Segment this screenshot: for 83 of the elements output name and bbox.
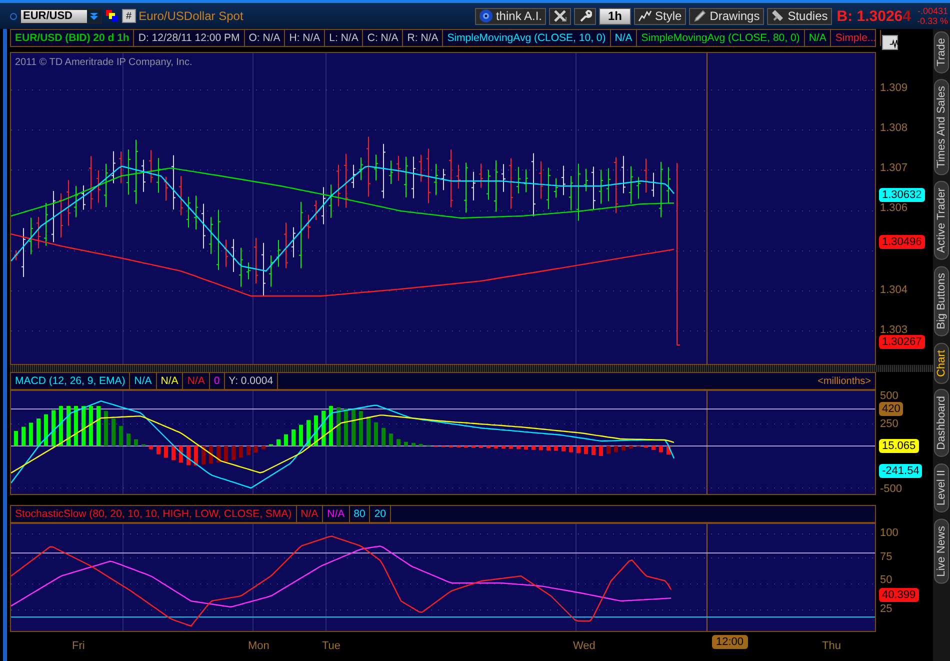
- header-label: D: 12/28/11 12:00 PM: [134, 30, 245, 46]
- axis-label: 1.304: [880, 284, 908, 296]
- toolbar-button[interactable]: Studies: [766, 8, 832, 24]
- header-label: N/A: [130, 373, 157, 389]
- copyright-text: 2011 © TD Ameritrade IP Company, Inc.: [15, 57, 192, 68]
- symbol-dropdown[interactable]: EUR/USD: [20, 8, 102, 24]
- axis-label: 25: [880, 603, 892, 615]
- bid-price: B: 1.30264: [836, 8, 911, 24]
- price-change: -.00431: [917, 6, 948, 16]
- toolbar-button[interactable]: think A.I.: [474, 8, 546, 24]
- side-tab[interactable]: Times And Sales: [934, 79, 949, 176]
- tool-button[interactable]: [549, 8, 571, 24]
- side-tab[interactable]: Active Trader: [934, 181, 949, 260]
- axis-label: 1.309: [880, 82, 908, 94]
- header-label: R: N/A: [403, 30, 444, 46]
- toolbar-button[interactable]: 1h: [599, 8, 632, 24]
- header-label: 0: [210, 373, 225, 389]
- header-label: Simple...: [831, 30, 882, 46]
- axis-label: 500: [880, 390, 898, 402]
- header-label: MACD (12, 26, 9, EMA): [11, 373, 130, 389]
- units-label: <millionths>: [818, 374, 872, 388]
- axis-label: 50: [880, 574, 892, 586]
- symbol-description: Euro/USDollar Spot: [138, 9, 244, 23]
- percent-change: -0.33 %: [916, 16, 948, 26]
- line-chart-icon: [638, 9, 652, 23]
- side-tab[interactable]: Level II: [934, 463, 949, 513]
- axis-label: 250: [880, 418, 898, 430]
- header-label: N/A: [804, 30, 832, 46]
- side-tab[interactable]: Dashboard: [934, 389, 949, 458]
- time-axis-label: 12:00: [712, 635, 748, 649]
- crossed-tools-icon: [553, 9, 567, 23]
- time-axis-label: Wed: [573, 640, 596, 652]
- brush-icon: [770, 9, 785, 23]
- header-label: N/A: [323, 506, 350, 522]
- axis-label: 1.303: [880, 324, 908, 336]
- side-tab[interactable]: Live News: [934, 518, 949, 584]
- side-tab[interactable]: Trade: [934, 31, 949, 74]
- chart-settings-button[interactable]: [882, 35, 898, 50]
- globe-icon: [478, 9, 493, 23]
- time-axis-label: Mon: [248, 640, 270, 652]
- grid-button[interactable]: #: [122, 9, 136, 23]
- tool-button[interactable]: [574, 8, 596, 24]
- price-tag: -241.54: [879, 464, 922, 478]
- price-tag: 15.065: [879, 439, 919, 453]
- dropdown-arrow-icon: [89, 11, 99, 21]
- side-tab[interactable]: Chart: [934, 342, 949, 384]
- axis-label: 1.306: [880, 202, 908, 214]
- status-dot-icon: [10, 12, 17, 20]
- time-axis-label: Tue: [322, 640, 341, 652]
- header-label: SimpleMovingAvg (CLOSE, 80, 0): [637, 30, 805, 46]
- header-label: StochasticSlow (80, 20, 10, 10, HIGH, LOW, CLOSE, SMA): [11, 506, 297, 522]
- color-squares-icon: [105, 9, 119, 23]
- time-axis-label: Fri: [72, 640, 85, 652]
- header-label: 80: [350, 506, 370, 522]
- price-tag: 40.399: [879, 588, 919, 602]
- header-label: N/A: [156, 373, 184, 389]
- price-tag: 420: [879, 402, 904, 416]
- header-label: Y: 0.0004: [224, 373, 278, 389]
- header-label: SimpleMovingAvg (CLOSE, 10, 0): [443, 30, 611, 46]
- toolbar-button[interactable]: Style: [634, 8, 686, 24]
- header-label: 20: [370, 506, 392, 522]
- price-tag: 1.30632: [879, 188, 925, 202]
- axis-label: 100: [880, 527, 898, 539]
- price-tag: 1.30267: [879, 335, 925, 349]
- pencil-icon: [692, 9, 707, 23]
- axis-label: 75: [880, 551, 892, 563]
- header-label: C: N/A: [363, 30, 404, 46]
- waveform-icon: [889, 38, 901, 49]
- time-axis-label: Thu: [822, 640, 841, 652]
- header-label: N/A: [183, 373, 210, 389]
- price-tag: 1.30496: [879, 235, 925, 249]
- axis-label: 1.308: [880, 122, 908, 134]
- header-label: N/A: [610, 30, 638, 46]
- axis-label: -500: [880, 483, 902, 495]
- toolbar-button[interactable]: Drawings: [688, 8, 764, 24]
- wrench-icon: [578, 9, 592, 23]
- axis-label: 1.307: [880, 162, 908, 174]
- header-label: EUR/USD (BID) 20 d 1h: [11, 30, 134, 46]
- side-tab[interactable]: Big Buttons: [934, 266, 949, 337]
- header-label: H: N/A: [285, 30, 326, 46]
- header-label: L: N/A: [325, 30, 364, 46]
- header-label: O: N/A: [244, 30, 286, 46]
- header-label: N/A: [296, 506, 324, 522]
